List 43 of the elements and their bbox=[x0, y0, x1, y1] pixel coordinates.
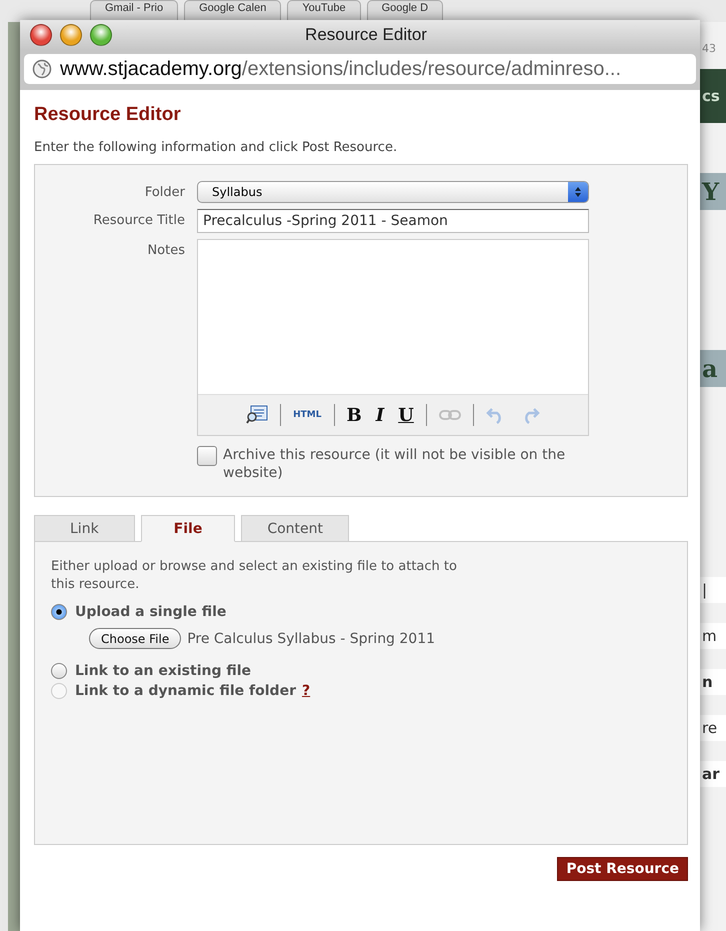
italic-button[interactable]: I bbox=[374, 403, 386, 427]
radio-label: Upload a single file bbox=[75, 604, 226, 620]
radio-button[interactable] bbox=[51, 663, 67, 679]
globe-icon bbox=[32, 59, 52, 79]
title-field[interactable]: Precalculus -Spring 2011 - Seamon bbox=[197, 209, 589, 233]
field-label: Resource Title bbox=[92, 212, 185, 228]
field-label: Notes bbox=[146, 242, 185, 258]
page-text: a bbox=[700, 350, 726, 387]
choose-file-button[interactable]: Choose File bbox=[89, 628, 182, 649]
archive-checkbox[interactable] bbox=[197, 446, 217, 466]
html-button[interactable]: HTML bbox=[291, 403, 324, 427]
file-name: Pre Calculus Syllabus - Spring 2011 bbox=[187, 630, 436, 646]
tab[interactable]: Content bbox=[241, 515, 350, 542]
intro-text: Enter the following information and click Post Resource. bbox=[34, 140, 398, 155]
underline-button[interactable]: U bbox=[396, 403, 416, 427]
preview-icon bbox=[246, 405, 268, 425]
radio-label: Link to an existing file bbox=[75, 663, 252, 679]
address-field[interactable]: www.stjacademy.org/extensions/includes/resource/adminreso... bbox=[24, 54, 696, 84]
checkbox-label: Archive this resource (it will not be visible on the website) bbox=[223, 446, 566, 482]
post-resource-button[interactable]: Post Resource bbox=[557, 857, 688, 881]
radio-button[interactable] bbox=[51, 604, 67, 620]
tab[interactable]: Link bbox=[34, 515, 135, 542]
page-text: Y bbox=[700, 173, 726, 210]
page-heading: Resource Editor bbox=[34, 104, 182, 126]
radio-label: Link to a dynamic file folder bbox=[75, 683, 296, 699]
page-text: cs bbox=[700, 69, 726, 123]
page-text: ar bbox=[700, 761, 726, 787]
link-icon bbox=[438, 409, 461, 421]
stepper-icon bbox=[574, 186, 582, 198]
window-title: Resource Editor bbox=[305, 25, 428, 45]
page-text: 43 bbox=[701, 41, 717, 57]
page-text: n bbox=[700, 669, 726, 695]
page-text: m bbox=[700, 623, 726, 649]
minimize-button[interactable] bbox=[60, 24, 82, 46]
bold-button[interactable]: B bbox=[344, 403, 364, 427]
tab[interactable]: File bbox=[140, 515, 236, 542]
zoom-button[interactable] bbox=[90, 24, 112, 46]
field-label: Folder bbox=[144, 184, 185, 200]
close-button[interactable] bbox=[30, 24, 52, 46]
folder-select[interactable]: Syllabus bbox=[197, 181, 589, 203]
panel-description: Either upload or browse and select an existing file to attach to this resource. bbox=[51, 558, 458, 594]
page-text: re bbox=[700, 715, 726, 741]
page-text: | bbox=[700, 577, 726, 603]
